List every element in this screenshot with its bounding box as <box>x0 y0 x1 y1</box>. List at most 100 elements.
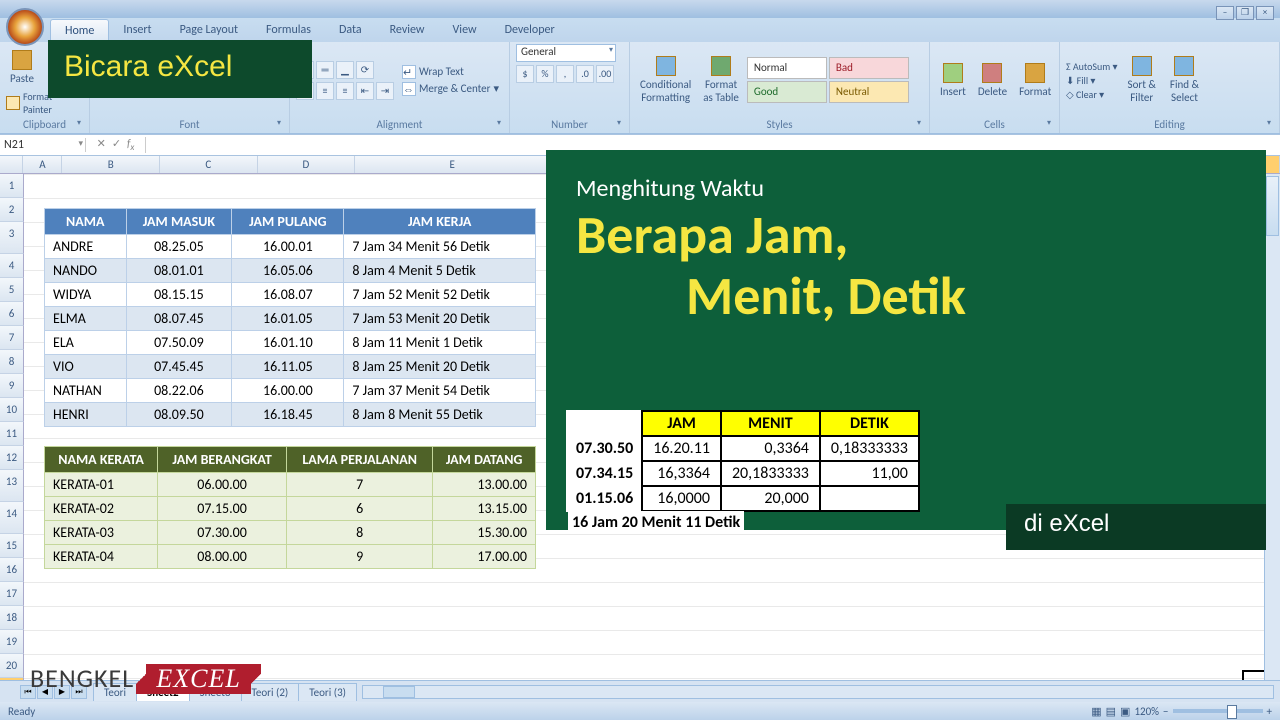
panel-line2: Menit, Detik <box>576 268 1236 325</box>
cancel-formula-icon[interactable]: ✕ <box>97 137 106 153</box>
mini-table-caption: 16 Jam 20 Menit 11 Detik <box>568 511 744 534</box>
ribbon-tab-review[interactable]: Review <box>376 19 439 42</box>
delete-cells-button[interactable]: Delete <box>974 61 1011 100</box>
bengkel-excel-logo: BENGKEL EXCEL <box>30 662 251 694</box>
group-number: Number <box>516 116 623 133</box>
ribbon-tab-insert[interactable]: Insert <box>109 19 165 42</box>
row-header-13[interactable]: 13 <box>0 470 24 502</box>
row-header-19[interactable]: 19 <box>0 630 24 654</box>
row-header-10[interactable]: 10 <box>0 398 24 422</box>
zoom-level[interactable]: 120% <box>1134 705 1159 718</box>
row-header-20[interactable]: 20 <box>0 654 24 678</box>
format-as-table-button[interactable]: Format as Table <box>699 54 743 106</box>
col-header-C[interactable]: C <box>160 156 258 173</box>
office-button[interactable] <box>6 8 44 46</box>
indent-dec[interactable]: ⇤ <box>356 82 374 100</box>
panel-line1: Berapa Jam, <box>576 207 1236 264</box>
ribbon-tab-page-layout[interactable]: Page Layout <box>166 19 252 42</box>
row-header-4[interactable]: 4 <box>0 254 24 278</box>
ribbon-tab-data[interactable]: Data <box>325 19 376 42</box>
align-bottom[interactable]: ▁ <box>336 61 354 79</box>
row-header-6[interactable]: 6 <box>0 302 24 326</box>
row-header-2[interactable]: 2 <box>0 198 24 222</box>
status-bar: Ready ▦ ▤ ▣ 120% − + <box>0 702 1280 720</box>
format-cells-button[interactable]: Format <box>1015 61 1055 100</box>
row-header-11[interactable]: 11 <box>0 422 24 446</box>
view-normal-icon[interactable]: ▦ <box>1091 705 1101 718</box>
restore-button[interactable]: ❐ <box>1236 6 1254 20</box>
view-layout-icon[interactable]: ▤ <box>1106 705 1116 718</box>
group-cells: Cells <box>936 116 1053 133</box>
clear-button[interactable]: ◇ Clear ▾ <box>1066 88 1118 101</box>
row-header-3[interactable]: 3 <box>0 222 24 254</box>
paste-button[interactable]: Paste <box>6 48 38 87</box>
row-header-7[interactable]: 7 <box>0 326 24 350</box>
align-center[interactable]: ≡ <box>316 82 334 100</box>
row-header-8[interactable]: 8 <box>0 350 24 374</box>
minimize-button[interactable]: – <box>1216 6 1234 20</box>
row-header-12[interactable]: 12 <box>0 446 24 470</box>
window-titlebar <box>0 0 1280 18</box>
name-box[interactable]: N21 <box>0 138 86 152</box>
row-header-15[interactable]: 15 <box>0 534 24 558</box>
row-header-17[interactable]: 17 <box>0 582 24 606</box>
zoom-slider[interactable] <box>1173 709 1263 713</box>
align-right[interactable]: ≡ <box>336 82 354 100</box>
col-header-D[interactable]: D <box>258 156 356 173</box>
wrap-text-button[interactable]: ↵Wrap Text <box>402 65 499 79</box>
row-header-21[interactable]: 21 <box>0 678 24 680</box>
autosum-button[interactable]: Σ AutoSum ▾ <box>1066 60 1118 73</box>
insert-cells-button[interactable]: Insert <box>936 61 970 100</box>
row-header-1[interactable]: 1 <box>0 174 24 198</box>
orientation[interactable]: ⟳ <box>356 61 374 79</box>
row-header-9[interactable]: 9 <box>0 374 24 398</box>
window-controls: – ❐ × <box>1216 6 1274 20</box>
mini-table-jam-menit-detik: JAMMENITDETIK 07.30.5016.20.110,33640,18… <box>566 410 920 512</box>
group-styles: Styles <box>636 116 923 133</box>
ribbon-tab-formulas[interactable]: Formulas <box>252 19 325 42</box>
merge-center-button[interactable]: ⇔Merge & Center ▾ <box>402 82 499 96</box>
group-clipboard: Clipboard <box>6 116 83 133</box>
row-header-5[interactable]: 5 <box>0 278 24 302</box>
align-middle[interactable]: ═ <box>316 61 334 79</box>
col-header-B[interactable]: B <box>62 156 160 173</box>
number-format-select[interactable]: General <box>516 44 616 62</box>
overlay-di-excel: di eXcel <box>1006 504 1266 550</box>
vertical-scrollbar[interactable] <box>1264 156 1280 680</box>
comma-button[interactable]: , <box>556 65 574 83</box>
table-kerata: NAMA KERATAJAM BERANGKATLAMA PERJALANANJ… <box>44 446 536 569</box>
view-break-icon[interactable]: ▣ <box>1120 705 1130 718</box>
zoom-in-button[interactable]: + <box>1267 705 1272 718</box>
horizontal-scrollbar[interactable] <box>362 685 1274 699</box>
ribbon-tab-row: HomeInsertPage LayoutFormulasDataReviewV… <box>0 18 1280 42</box>
row-header-16[interactable]: 16 <box>0 558 24 582</box>
enter-formula-icon[interactable]: ✓ <box>112 137 121 153</box>
fx-icon[interactable]: fx <box>127 137 134 153</box>
col-header-E[interactable]: E <box>355 156 550 173</box>
percent-button[interactable]: % <box>536 65 554 83</box>
row-header-18[interactable]: 18 <box>0 606 24 630</box>
status-ready: Ready <box>8 705 35 718</box>
panel-subtitle: Menghitung Waktu <box>576 174 1236 203</box>
currency-button[interactable]: $ <box>516 65 534 83</box>
row-header-14[interactable]: 14 <box>0 502 24 534</box>
overlay-bicara-excel: Bicara eXcel <box>48 40 312 98</box>
indent-inc[interactable]: ⇥ <box>376 82 394 100</box>
group-align: Alignment <box>296 116 503 133</box>
inc-decimal[interactable]: .0 <box>576 65 594 83</box>
ribbon-tab-home[interactable]: Home <box>50 19 109 42</box>
sort-filter-button[interactable]: Sort & Filter <box>1124 54 1160 106</box>
group-editing: Editing <box>1066 116 1273 133</box>
col-header-A[interactable]: A <box>23 156 62 173</box>
table-jam-kerja: NAMAJAM MASUKJAM PULANGJAM KERJA ANDRE08… <box>44 208 536 427</box>
cell-styles-gallery[interactable]: Normal Bad Good Neutral <box>747 57 909 103</box>
conditional-formatting-button[interactable]: Conditional Formatting <box>636 54 695 106</box>
ribbon-tab-developer[interactable]: Developer <box>491 19 569 42</box>
dec-decimal[interactable]: .00 <box>596 65 614 83</box>
fill-button[interactable]: ⬇ Fill ▾ <box>1066 74 1118 87</box>
find-select-button[interactable]: Find & Select <box>1166 54 1203 106</box>
sheet-tab-teori3[interactable]: Teori (3) <box>298 683 357 701</box>
ribbon-tab-view[interactable]: View <box>439 19 491 42</box>
zoom-out-button[interactable]: − <box>1163 705 1168 718</box>
close-button[interactable]: × <box>1256 6 1274 20</box>
